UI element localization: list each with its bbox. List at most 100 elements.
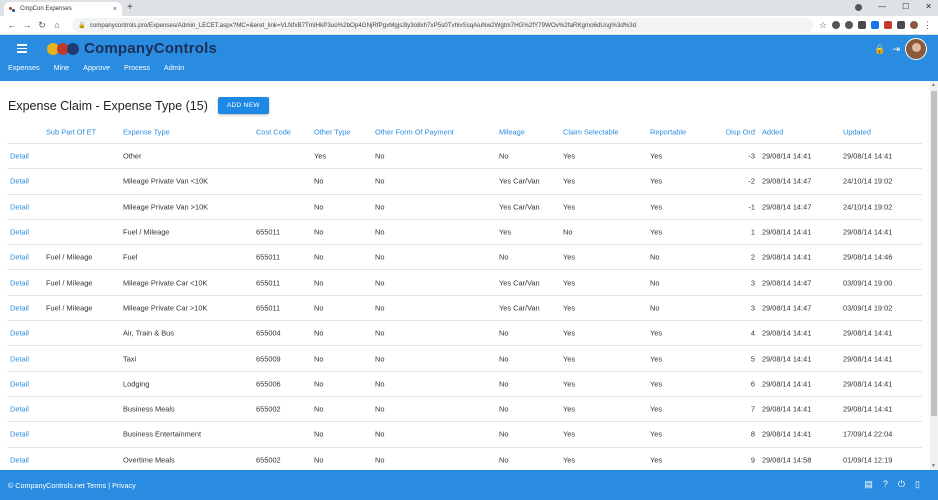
scroll-down-icon[interactable]: ▼: [931, 463, 936, 469]
updated-cell: 03/09/14 19:02: [843, 303, 893, 313]
updated-cell: 29/08/14 14:41: [843, 227, 893, 237]
other-type-cell: No: [314, 278, 324, 288]
company-logo[interactable]: CompanyControls: [47, 40, 217, 57]
column-header[interactable]: Cost Code: [256, 128, 291, 137]
other-type-cell: No: [314, 202, 324, 212]
disp-ord-cell: 6: [750, 379, 755, 389]
nav-process[interactable]: Process: [124, 63, 150, 72]
user-avatar[interactable]: [905, 38, 927, 60]
extension-icon[interactable]: [845, 21, 853, 29]
url-field[interactable]: 🔒 companycontrols.pro/Expenses/Admin_LEC…: [72, 18, 813, 32]
extension-icon[interactable]: [858, 21, 866, 29]
url-text: companycontrols.pro/Expenses/Admin_LECET…: [89, 21, 637, 29]
extension-icon[interactable]: [884, 21, 892, 29]
nav-approve[interactable]: Approve: [83, 63, 110, 72]
lock-icon[interactable]: 🔒: [874, 44, 885, 55]
added-cell: 29/08/14 14:41: [762, 151, 812, 161]
column-header[interactable]: Other Form Of Payment: [375, 128, 454, 137]
disp-ord-cell: -2: [748, 176, 755, 186]
record-icon[interactable]: [855, 4, 863, 11]
forward-icon[interactable]: →: [21, 20, 33, 30]
other-type-cell: No: [314, 404, 324, 414]
reload-icon[interactable]: ↻: [36, 20, 48, 31]
footer-text: © CompanyControls.net Terms | Privacy: [8, 481, 136, 490]
column-header[interactable]: Added: [762, 128, 783, 137]
extension-icon[interactable]: [871, 21, 879, 29]
add-new-button[interactable]: ADD NEW: [217, 97, 269, 114]
detail-link[interactable]: Detail: [10, 430, 29, 439]
detail-link[interactable]: Detail: [10, 278, 29, 287]
detail-link[interactable]: Detail: [10, 354, 29, 363]
column-header[interactable]: Claim Selectable: [563, 128, 618, 137]
profile-icon[interactable]: [910, 21, 918, 29]
maximize-icon[interactable]: ☐: [902, 2, 909, 11]
column-header[interactable]: Disp Ord: [726, 128, 755, 137]
vertical-scrollbar[interactable]: ▲ ▼: [930, 81, 938, 470]
expense-type-cell: Overtime Meals: [123, 455, 175, 465]
close-window-icon[interactable]: ✕: [925, 2, 932, 11]
cost-code-cell: 655004: [256, 328, 281, 338]
added-cell: 29/08/14 14:41: [762, 252, 812, 262]
detail-link[interactable]: Detail: [10, 379, 29, 388]
main-content: Expense Claim - Expense Type (15) ADD NE…: [0, 81, 930, 470]
detail-link[interactable]: Detail: [10, 228, 29, 237]
mobile-icon[interactable]: ▯: [915, 479, 920, 490]
mileage-cell: Yes Car/Van: [499, 176, 540, 186]
home-icon[interactable]: ⌂: [51, 20, 63, 30]
table-row: Detail Fuel / Mileage 655011 No No Yes No Yes 1 2…: [7, 220, 922, 246]
nav-mine[interactable]: Mine: [54, 63, 70, 72]
bookmark-star-icon[interactable]: ☆: [819, 21, 827, 30]
help-icon[interactable]: ?: [883, 479, 888, 490]
added-cell: 29/08/14 14:47: [762, 202, 812, 212]
column-header[interactable]: Mileage: [499, 128, 525, 137]
expense-type-cell: Fuel / Mileage: [123, 227, 170, 237]
column-header[interactable]: Sub Part Of ET: [46, 128, 96, 137]
detail-link[interactable]: Detail: [10, 455, 29, 464]
disp-ord-cell: 5: [750, 354, 755, 364]
disp-ord-cell: 2: [750, 252, 755, 262]
claim-selectable-cell: Yes: [563, 202, 576, 212]
column-header[interactable]: Expense Type: [123, 128, 170, 137]
minimize-icon[interactable]: —: [878, 2, 886, 11]
disp-ord-cell: -1: [748, 202, 755, 212]
brand-name: CompanyControls: [84, 40, 218, 57]
reportable-cell: Yes: [650, 328, 663, 338]
chat-icon[interactable]: ▤: [864, 479, 873, 490]
scroll-up-icon[interactable]: ▲: [931, 82, 936, 88]
new-tab-icon[interactable]: +: [127, 2, 133, 13]
extension-icon[interactable]: [832, 21, 840, 29]
scrollbar-thumb[interactable]: [931, 91, 937, 416]
table-row: Detail Mileage Private Van >10K No No Yes Ca…: [7, 195, 922, 220]
expense-type-cell: Taxi: [123, 354, 137, 364]
puzzle-icon[interactable]: [897, 21, 905, 29]
column-header[interactable]: Reportable: [650, 128, 686, 137]
other-payment-cell: No: [375, 328, 385, 338]
back-icon[interactable]: ←: [6, 20, 18, 30]
top-navigation: Expenses Mine Approve Process Admin: [8, 63, 198, 72]
column-header[interactable]: Updated: [843, 128, 871, 137]
detail-link[interactable]: Detail: [10, 177, 29, 186]
detail-link[interactable]: Detail: [10, 329, 29, 338]
tab-close-icon[interactable]: ×: [113, 6, 117, 13]
expense-type-cell: Fuel: [123, 252, 138, 262]
table-body: Detail Other Yes No No Yes Yes -3 29/08/14 14:41…: [7, 144, 922, 470]
detail-link[interactable]: Detail: [10, 202, 29, 211]
detail-link[interactable]: Detail: [10, 405, 29, 414]
other-payment-cell: No: [375, 354, 385, 364]
menu-dots-icon[interactable]: ⋮: [923, 21, 932, 30]
cost-code-cell: 655002: [256, 455, 281, 465]
browser-tab[interactable]: CmpCon Expenses ×: [4, 2, 122, 16]
power-icon[interactable]: ⏻: [898, 479, 905, 490]
nav-admin[interactable]: Admin: [164, 63, 184, 72]
hamburger-menu-icon[interactable]: [17, 44, 27, 55]
reportable-cell: Yes: [650, 354, 663, 364]
table-header: Sub Part Of ET Expense Type Cost Code Ot…: [7, 121, 922, 144]
column-header[interactable]: Other Type: [314, 128, 350, 137]
logout-icon[interactable]: ⇥: [892, 44, 900, 55]
other-payment-cell: No: [375, 202, 385, 212]
nav-expenses[interactable]: Expenses: [8, 63, 40, 72]
other-type-cell: No: [314, 429, 324, 439]
detail-link[interactable]: Detail: [10, 152, 29, 161]
detail-link[interactable]: Detail: [10, 303, 29, 312]
detail-link[interactable]: Detail: [10, 253, 29, 262]
